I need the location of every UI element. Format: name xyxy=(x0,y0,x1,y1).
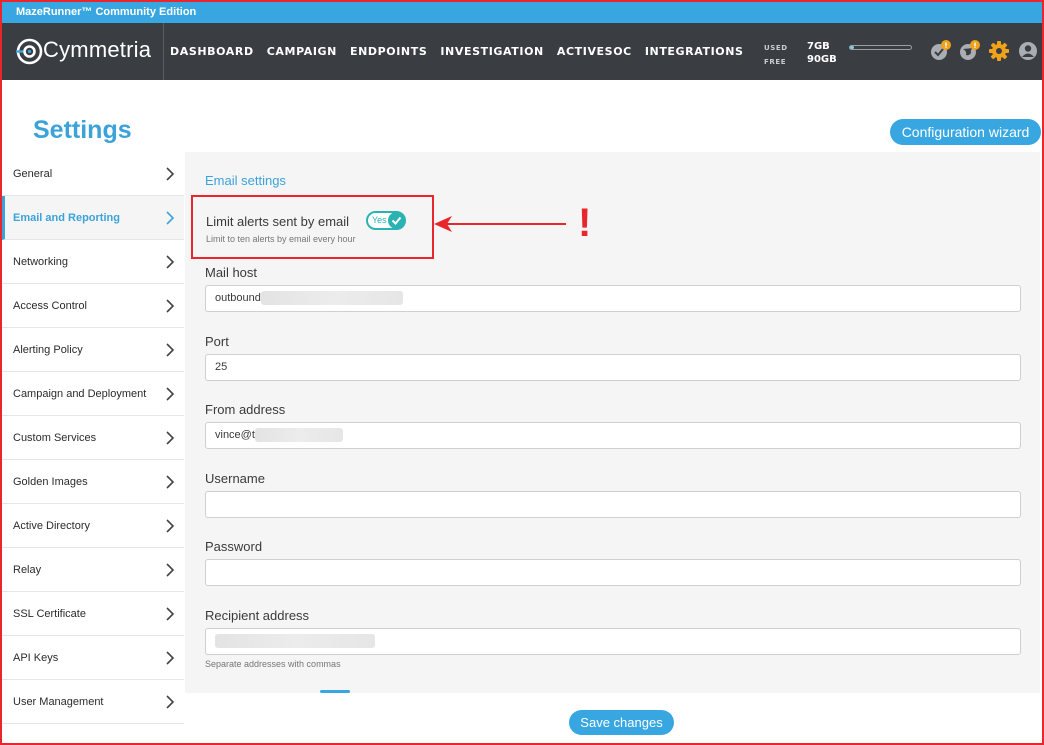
nav-investigation[interactable]: INVESTIGATION xyxy=(440,45,544,58)
recipient-address-input[interactable] xyxy=(205,628,1021,655)
window-title: MazeRunner™ Community Edition xyxy=(2,2,1042,23)
chevron-right-icon xyxy=(166,563,175,577)
redacted-text xyxy=(260,291,403,306)
globe-badge-icon[interactable] xyxy=(959,40,981,62)
sidebar-item-general[interactable]: General xyxy=(2,152,184,196)
settings-sidebar: General Email and Reporting Networking A… xyxy=(2,152,184,724)
username-input[interactable] xyxy=(205,491,1021,518)
email-settings-panel: Email settings Limit alerts sent by emai… xyxy=(185,152,1040,693)
chevron-right-icon xyxy=(166,167,175,181)
sidebar-item-label: Alerting Policy xyxy=(13,343,83,356)
chevron-right-icon xyxy=(166,299,175,313)
configuration-wizard-button[interactable]: Configuration wizard xyxy=(890,119,1041,145)
nav-endpoints[interactable]: ENDPOINTS xyxy=(350,45,427,58)
port-label: Port xyxy=(205,334,229,349)
limit-alerts-hint: Limit to ten alerts by email every hour xyxy=(206,234,356,244)
sidebar-item-label: API Keys xyxy=(13,651,59,664)
limit-alerts-highlight: Limit alerts sent by email Yes Limit to … xyxy=(191,195,434,259)
redacted-text xyxy=(215,634,375,649)
sidebar-item-label: General xyxy=(13,167,53,180)
sidebar-item-label: Relay xyxy=(13,563,42,576)
annotation-arrow-icon xyxy=(434,216,566,232)
sidebar-item-label: Access Control xyxy=(13,299,87,312)
storage-free-value: 90GB xyxy=(807,54,837,65)
sidebar-item-email-and-reporting[interactable]: Email and Reporting xyxy=(2,196,184,240)
recipient-address-label: Recipient address xyxy=(205,608,310,623)
sidebar-item-label: Campaign and Deployment xyxy=(13,387,147,400)
sidebar-item-label: SSL Certificate xyxy=(13,607,86,620)
chevron-right-icon xyxy=(166,431,175,445)
chevron-right-icon xyxy=(166,607,175,621)
eye-icon xyxy=(16,38,43,65)
port-value: 25 xyxy=(215,361,228,373)
sidebar-item-ssl-certificate[interactable]: SSL Certificate xyxy=(2,592,184,636)
alerts-badge-icon[interactable] xyxy=(930,40,952,62)
check-icon xyxy=(391,216,402,225)
mail-host-input[interactable]: outbound xyxy=(205,285,1021,312)
limit-alerts-toggle[interactable]: Yes xyxy=(366,211,406,230)
top-navbar: Cymmetria DASHBOARD CAMPAIGN ENDPOINTS I… xyxy=(2,23,1042,80)
chevron-right-icon xyxy=(166,475,175,489)
storage-free-label: FREE xyxy=(764,58,787,66)
sidebar-item-relay[interactable]: Relay xyxy=(2,548,184,592)
chevron-right-icon xyxy=(166,387,175,401)
nav-activesoc[interactable]: ACTIVESOC xyxy=(557,45,632,58)
sidebar-item-label: User Management xyxy=(13,695,104,708)
limit-alerts-label: Limit alerts sent by email xyxy=(206,214,350,229)
annotation-exclamation: ! xyxy=(578,201,592,245)
user-icon[interactable] xyxy=(1017,40,1039,62)
recipient-address-hint: Separate addresses with commas xyxy=(205,659,341,669)
sidebar-item-label: Active Directory xyxy=(13,519,91,532)
logo[interactable]: Cymmetria xyxy=(2,23,164,80)
from-address-input[interactable]: vince@t xyxy=(205,422,1021,449)
chevron-right-icon xyxy=(166,255,175,269)
chevron-right-icon xyxy=(166,519,175,533)
chevron-right-icon xyxy=(166,695,175,709)
toggle-knob xyxy=(388,212,405,229)
password-input[interactable] xyxy=(205,559,1021,586)
main-nav: DASHBOARD CAMPAIGN ENDPOINTS INVESTIGATI… xyxy=(170,23,757,80)
port-input[interactable]: 25 xyxy=(205,354,1021,381)
nav-integrations[interactable]: INTEGRATIONS xyxy=(645,45,744,58)
redacted-text xyxy=(254,428,343,443)
chevron-right-icon xyxy=(166,343,175,357)
save-changes-button[interactable]: Save changes xyxy=(569,710,674,735)
chevron-right-icon xyxy=(166,651,175,665)
logo-text: Cymmetria xyxy=(43,37,152,62)
mail-host-label: Mail host xyxy=(205,265,258,280)
sidebar-item-user-management[interactable]: User Management xyxy=(2,680,184,724)
storage-bar xyxy=(849,45,912,50)
sidebar-item-access-control[interactable]: Access Control xyxy=(2,284,184,328)
sidebar-item-golden-images[interactable]: Golden Images xyxy=(2,460,184,504)
nav-icon-group xyxy=(930,40,1039,62)
chevron-right-icon xyxy=(166,211,175,225)
sidebar-item-campaign-and-deployment[interactable]: Campaign and Deployment xyxy=(2,372,184,416)
username-label: Username xyxy=(205,471,265,486)
sidebar-item-active-directory[interactable]: Active Directory xyxy=(2,504,184,548)
page-title: Settings xyxy=(33,116,132,144)
storage-used-value: 7GB xyxy=(807,41,830,52)
sidebar-item-label: Custom Services xyxy=(13,431,97,444)
sidebar-item-label: Email and Reporting xyxy=(13,211,120,224)
sidebar-item-alerting-policy[interactable]: Alerting Policy xyxy=(2,328,184,372)
sidebar-item-api-keys[interactable]: API Keys xyxy=(2,636,184,680)
storage-used-label: USED xyxy=(764,44,788,52)
from-address-value: vince@t xyxy=(215,429,255,441)
sidebar-item-label: Networking xyxy=(13,255,69,268)
scroll-indicator xyxy=(320,690,350,693)
toggle-label: Yes xyxy=(372,215,387,225)
from-address-label: From address xyxy=(205,402,286,417)
mail-host-value: outbound xyxy=(215,292,261,304)
sidebar-item-custom-services[interactable]: Custom Services xyxy=(2,416,184,460)
sidebar-item-networking[interactable]: Networking xyxy=(2,240,184,284)
sidebar-item-label: Golden Images xyxy=(13,475,88,488)
storage-bar-fill xyxy=(850,46,855,49)
storage-indicator: USED 7GB FREE 90GB xyxy=(764,41,914,67)
password-label: Password xyxy=(205,539,263,554)
section-title: Email settings xyxy=(205,173,286,188)
gear-icon[interactable] xyxy=(988,40,1010,62)
nav-campaign[interactable]: CAMPAIGN xyxy=(267,45,337,58)
nav-dashboard[interactable]: DASHBOARD xyxy=(170,45,254,58)
